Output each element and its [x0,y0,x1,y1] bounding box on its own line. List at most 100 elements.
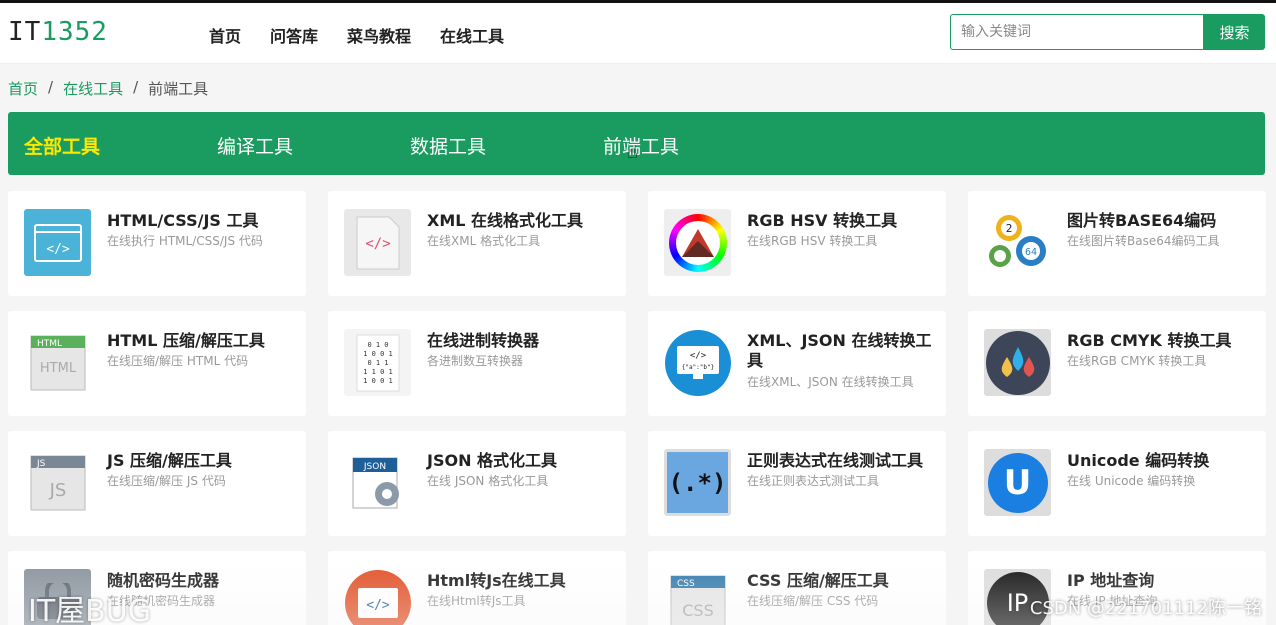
svg-text:1 0 0 1: 1 0 0 1 [363,350,393,358]
svg-text:</>: </> [46,242,70,257]
tool-title: 图片转BASE64编码 [1067,211,1217,230]
watermark-right: CSDN @221701112陈一铭 [1029,598,1262,619]
logo-text-number: 1352 [41,17,108,47]
svg-text:</>: </> [366,598,390,613]
nav-tutorial[interactable]: 菜鸟教程 [347,23,411,47]
css-document-icon: CSS CSS [664,569,731,625]
code-window-icon: </> [24,209,91,276]
logo-text-it: IT [8,17,42,47]
tool-title: JS 压缩/解压工具 [107,451,232,470]
tool-card[interactable]: </> {"a":"b"} XML、JSON 在线转换工具 在线XML、JSON … [648,311,946,416]
tool-title: RGB CMYK 转换工具 [1067,331,1232,350]
svg-text:1 0 0 1: 1 0 0 1 [363,377,393,385]
tool-description: 在线图片转Base64编码工具 [1067,234,1220,248]
svg-text:</>: </> [689,351,706,361]
tool-card[interactable]: </> Html转Js在线工具 在线Html转Js工具 [328,551,626,625]
tool-card[interactable]: RGB HSV 转换工具 在线RGB HSV 转换工具 [648,191,946,296]
gears-base64-icon: 2 64 [984,209,1051,276]
tool-title: IP 地址查询 [1067,571,1155,590]
site-logo[interactable]: IT1352 [8,17,108,47]
tool-title: HTML/CSS/JS 工具 [107,211,259,230]
tool-card[interactable]: 2 64 图片转BASE64编码 在线图片转Base64编码工具 [968,191,1266,296]
tool-card[interactable]: RGB CMYK 转换工具 在线RGB CMYK 转换工具 [968,311,1266,416]
search-button[interactable]: 搜索 [1204,14,1265,50]
breadcrumb-separator: / [48,78,54,96]
tool-title: JSON 格式化工具 [427,451,558,470]
svg-text:JS: JS [48,480,66,501]
tool-description: 在线压缩/解压 HTML 代码 [107,354,249,368]
nav-qa[interactable]: 问答库 [270,23,318,47]
breadcrumb: 首页 / 在线工具 / 前端工具 [8,78,208,99]
tool-description: 在线RGB CMYK 转换工具 [1067,354,1207,368]
breadcrumb-separator: / [133,78,139,96]
xml-file-icon: </> [344,209,411,276]
svg-text:64: 64 [1024,247,1036,258]
tool-card[interactable]: JSON JSON 格式化工具 在线 JSON 格式化工具 [328,431,626,536]
svg-text:1 1 0 1: 1 1 0 1 [363,368,393,376]
tool-description: 在线RGB HSV 转换工具 [747,234,878,248]
svg-text:0 1 1: 0 1 1 [367,359,388,367]
tool-card[interactable]: (.*) 正则表达式在线测试工具 在线正则表达式测试工具 [648,431,946,536]
tab-frontend-tools[interactable]: 前端工具 [603,132,679,159]
tool-card[interactable]: </> HTML/CSS/JS 工具 在线执行 HTML/CSS/JS 代码 [8,191,306,296]
tool-title: XML 在线格式化工具 [427,211,584,230]
regex-icon: (.*) [664,449,731,516]
tab-all-tools[interactable]: 全部工具 [24,132,100,159]
tab-compile-tools[interactable]: 编译工具 [217,132,293,159]
breadcrumb-current: 前端工具 [148,80,209,98]
color-wheel-icon [664,209,731,276]
tool-description: 在线XML、JSON 在线转换工具 [747,375,914,389]
svg-text:2: 2 [1005,222,1012,235]
hand-cursor-icon: ☝ [627,142,638,163]
nav-home[interactable]: 首页 [209,23,241,47]
ink-drops-icon [984,329,1051,396]
tool-description: 在线 JSON 格式化工具 [427,474,549,488]
search-box: 搜索 [950,14,1265,50]
tool-title: 正则表达式在线测试工具 [747,451,924,470]
watermark-left: IT屋BUG [28,594,151,625]
tool-card[interactable]: 0 1 01 0 0 10 1 11 1 0 11 0 0 1 在线进制转换器 … [328,311,626,416]
svg-text:HTML: HTML [39,361,76,376]
js-document-icon: JS JS [24,449,91,516]
svg-text:JSON: JSON [362,462,385,472]
tool-description: 在线压缩/解压 JS 代码 [107,474,226,488]
tool-description: 各进制数互转换器 [427,354,524,368]
svg-text:HTML: HTML [37,339,62,349]
binary-sheet-icon: 0 1 01 0 0 10 1 11 1 0 11 0 0 1 [344,329,411,396]
svg-text:JS: JS [36,459,46,469]
tool-card[interactable]: U Unicode 编码转换 在线 Unicode 编码转换 [968,431,1266,536]
json-gear-icon: JSON [344,449,411,516]
nav-online-tools[interactable]: 在线工具 [440,23,504,47]
tool-card[interactable]: CSS CSS CSS 压缩/解压工具 在线压缩/解压 CSS 代码 [648,551,946,625]
tool-title: 在线进制转换器 [427,331,540,350]
monitor-json-icon: </> {"a":"b"} [664,329,731,396]
tool-title: RGB HSV 转换工具 [747,211,898,230]
tool-card[interactable]: JS JS JS 压缩/解压工具 在线压缩/解压 JS 代码 [8,431,306,536]
svg-text:CSS: CSS [677,579,695,589]
tool-description: 在线正则表达式测试工具 [747,474,880,488]
tool-title: CSS 压缩/解压工具 [747,571,889,590]
tool-card[interactable]: HTML HTML HTML 压缩/解压工具 在线压缩/解压 HTML 代码 [8,311,306,416]
svg-text:0 1 0: 0 1 0 [367,341,388,349]
html-to-js-icon: </> [344,569,411,625]
breadcrumb-home[interactable]: 首页 [8,78,38,99]
tool-title: HTML 压缩/解压工具 [107,331,265,350]
html-document-icon: HTML HTML [24,329,91,396]
tool-card[interactable]: </> XML 在线格式化工具 在线XML 格式化工具 [328,191,626,296]
top-navbar: IT1352 首页 问答库 菜鸟教程 在线工具 搜索 [0,0,1276,64]
breadcrumb-online-tools[interactable]: 在线工具 [63,78,123,99]
unicode-u-icon: U [984,449,1051,516]
tool-description: 在线 Unicode 编码转换 [1067,474,1196,488]
svg-text:CSS: CSS [682,601,713,620]
tab-data-tools[interactable]: 数据工具 [410,132,486,159]
svg-text:</>: </> [365,236,390,252]
search-input[interactable] [950,14,1204,50]
tool-description: 在线XML 格式化工具 [427,234,541,248]
svg-text:{"a":"b"}: {"a":"b"} [681,364,714,371]
tool-title: XML、JSON 在线转换工具 [747,331,932,370]
tool-description: 在线Html转Js工具 [427,594,526,608]
tool-description: 在线压缩/解压 CSS 代码 [747,594,879,608]
tool-description: 在线执行 HTML/CSS/JS 代码 [107,234,263,248]
tool-title: Unicode 编码转换 [1067,451,1210,470]
tool-title: Html转Js在线工具 [427,571,566,590]
